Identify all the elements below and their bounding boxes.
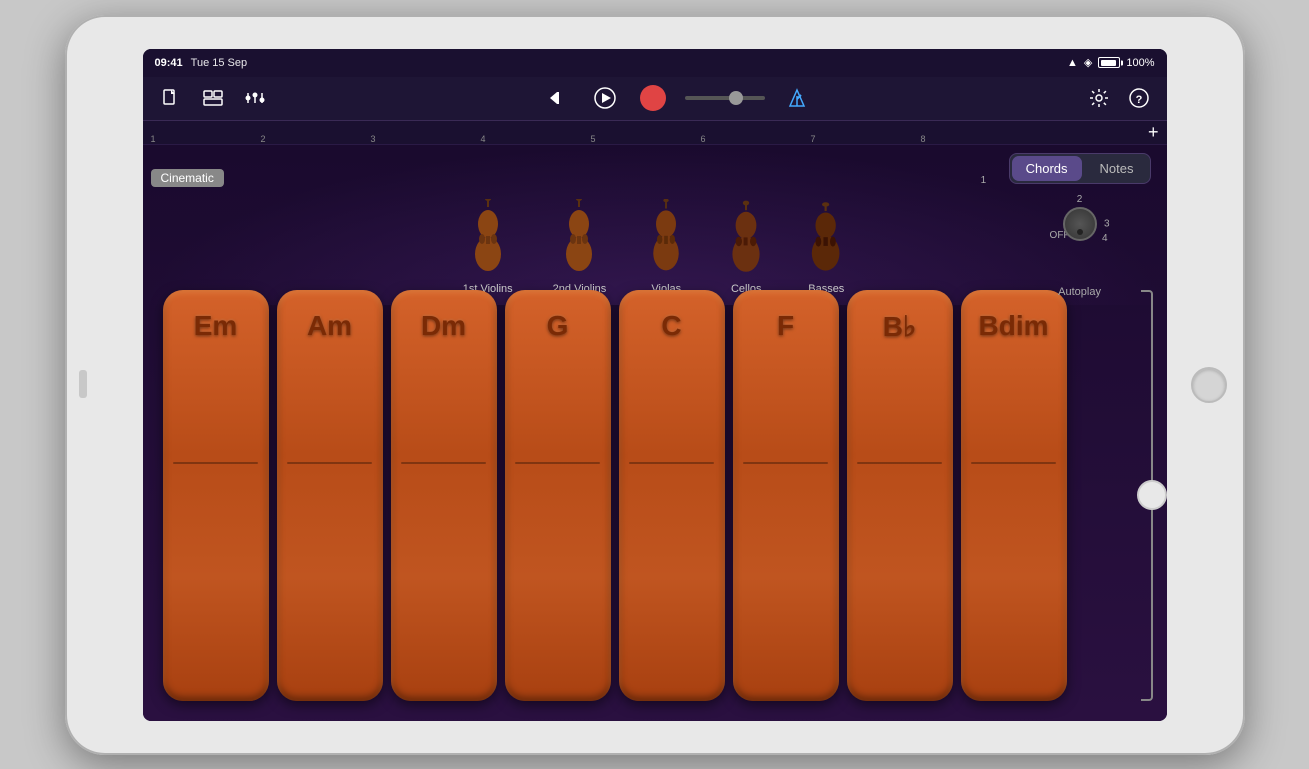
chord-pad-g[interactable]: G — [505, 290, 611, 701]
help-button[interactable]: ? — [1123, 82, 1155, 114]
battery-icon — [1098, 57, 1120, 68]
chord-pad-dm[interactable]: Dm — [391, 290, 497, 701]
autoplay-label: Autoplay — [1058, 286, 1101, 298]
ipad-screen: 09:41 Tue 15 Sep ▲ ◈ 100% — [143, 49, 1167, 721]
chord-name-em: Em — [194, 310, 238, 342]
autoplay-label-4: 4 — [1102, 233, 1108, 244]
ruler: 1 2 3 4 5 6 7 8 — [151, 121, 1140, 144]
chords-toggle-button[interactable]: Chords — [1012, 156, 1082, 181]
autoplay-knob-dial[interactable] — [1063, 207, 1097, 241]
main-content: Cinematic 1st Violins — [143, 145, 1167, 721]
ruler-mark-5: 5 — [591, 134, 596, 144]
arrange-button[interactable] — [197, 82, 229, 114]
chord-pads: Em Am Dm G C F B♭ — [143, 290, 1087, 721]
status-right: ▲ ◈ 100% — [1067, 56, 1155, 69]
instrument-cellos[interactable]: Cellos — [726, 199, 766, 295]
side-bracket — [1135, 290, 1159, 701]
status-time: 09:41 — [155, 57, 183, 69]
rewind-button[interactable] — [541, 82, 573, 114]
side-button[interactable] — [79, 370, 87, 398]
autoplay-control: 2 3 OFF 4 1 Autoplay — [1050, 194, 1110, 298]
autoplay-label-3: 3 — [1104, 218, 1110, 229]
autoplay-knob-container: 2 3 OFF 4 — [1050, 194, 1110, 254]
instrument-1st-violins[interactable]: 1st Violins — [463, 199, 513, 295]
record-button[interactable] — [637, 82, 669, 114]
controls-panel: Chords Notes 2 3 OFF 4 1 Autopl — [1009, 153, 1151, 298]
ruler-mark-6: 6 — [701, 134, 706, 144]
chord-name-dm: Dm — [421, 310, 466, 342]
cinematic-label: Cinematic — [151, 169, 224, 187]
chord-name-bb: B♭ — [883, 310, 916, 343]
instrument-basses[interactable]: Basses — [806, 199, 846, 295]
chord-pad-am[interactable]: Am — [277, 290, 383, 701]
notes-toggle-button[interactable]: Notes — [1086, 156, 1148, 181]
ipad-frame: 09:41 Tue 15 Sep ▲ ◈ 100% — [65, 15, 1245, 755]
settings-button[interactable] — [1083, 82, 1115, 114]
timeline-ruler: 1 2 3 4 5 6 7 8 + — [143, 121, 1167, 145]
chord-name-c: C — [661, 310, 681, 342]
status-date: Tue 15 Sep — [191, 57, 247, 69]
metronome-button[interactable] — [781, 82, 813, 114]
play-button[interactable] — [589, 82, 621, 114]
home-button[interactable] — [1191, 367, 1227, 403]
chord-notes-toggle: Chords Notes — [1009, 153, 1151, 184]
battery-label: 100% — [1126, 57, 1154, 69]
new-song-button[interactable] — [155, 82, 187, 114]
volume-slider[interactable] — [685, 96, 765, 100]
chord-name-am: Am — [307, 310, 352, 342]
chord-pad-f[interactable]: F — [733, 290, 839, 701]
ruler-mark-2: 2 — [261, 134, 266, 144]
ruler-mark-8: 8 — [921, 134, 926, 144]
ruler-mark-3: 3 — [371, 134, 376, 144]
chord-name-g: G — [547, 310, 569, 342]
toolbar-right: ? — [1083, 82, 1155, 114]
autoplay-label-2: 2 — [1077, 194, 1083, 205]
autoplay-label-1: 1 — [981, 175, 987, 186]
ruler-mark-1: 1 — [151, 134, 156, 144]
add-track-button[interactable]: + — [1148, 122, 1159, 143]
svg-text:?: ? — [1135, 94, 1142, 106]
chord-pad-em[interactable]: Em — [163, 290, 269, 701]
transport-controls — [281, 82, 1073, 114]
instrument-violas[interactable]: Violas — [646, 199, 686, 295]
chord-pad-c[interactable]: C — [619, 290, 725, 701]
ruler-mark-7: 7 — [811, 134, 816, 144]
toolbar: ? — [143, 77, 1167, 121]
chord-pad-bdim[interactable]: Bdim — [961, 290, 1067, 701]
chord-pad-bb[interactable]: B♭ — [847, 290, 953, 701]
status-bar: 09:41 Tue 15 Sep ▲ ◈ 100% — [143, 49, 1167, 77]
wifi-icon: ◈ — [1084, 56, 1092, 69]
knob-indicator — [1077, 229, 1083, 235]
mixer-button[interactable] — [239, 82, 271, 114]
instrument-2nd-violins[interactable]: 2nd Violins — [553, 199, 607, 295]
ruler-mark-4: 4 — [481, 134, 486, 144]
bracket-handle[interactable] — [1137, 480, 1167, 510]
chord-name-bdim: Bdim — [979, 310, 1049, 342]
signal-icon: ▲ — [1067, 57, 1078, 69]
chord-name-f: F — [777, 310, 794, 342]
